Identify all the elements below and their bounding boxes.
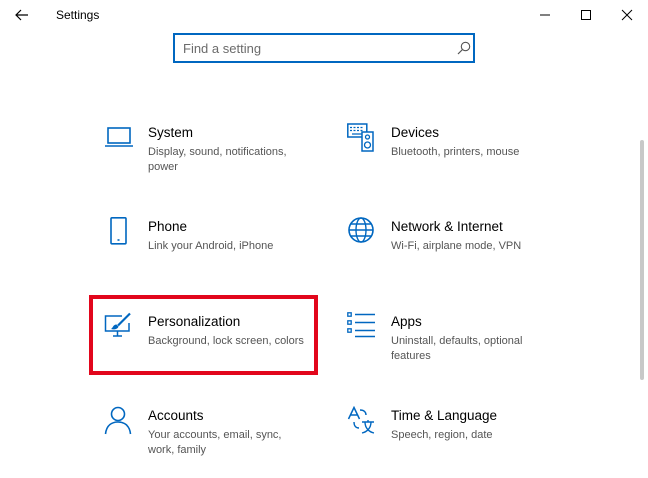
search-input[interactable]: [183, 39, 443, 57]
category-time-language[interactable]: Time & Language Speech, region, date: [347, 406, 557, 476]
category-phone[interactable]: Phone Link your Android, iPhone: [104, 217, 314, 287]
category-title: Apps: [391, 314, 422, 329]
category-description: Your accounts, email, sync, work, family: [148, 429, 282, 456]
minimize-button[interactable]: [522, 0, 568, 30]
title-bar: Settings: [0, 0, 648, 30]
apps-list-icon: [347, 312, 375, 338]
person-icon: [104, 406, 132, 435]
category-accounts[interactable]: Accounts Your accounts, email, sync, wor…: [104, 406, 314, 476]
category-description: Uninstall, defaults, optional features: [391, 335, 523, 362]
category-description: Display, sound, notifications, power: [148, 146, 287, 173]
back-arrow-icon: [15, 9, 28, 21]
minimize-icon: [540, 14, 550, 16]
category-system[interactable]: System Display, sound, notifications, po…: [104, 123, 314, 193]
search-icon[interactable]: [456, 40, 472, 56]
category-title: Accounts: [148, 408, 204, 423]
close-button[interactable]: [604, 0, 648, 30]
category-network[interactable]: Network & Internet Wi-Fi, airplane mode,…: [347, 217, 557, 287]
category-devices[interactable]: Devices Bluetooth, printers, mouse: [347, 123, 557, 193]
globe-icon: [348, 217, 374, 243]
category-description: Link your Android, iPhone: [148, 240, 274, 252]
search-box[interactable]: [173, 33, 475, 63]
category-apps[interactable]: Apps Uninstall, defaults, optional featu…: [347, 312, 557, 382]
window-title: Settings: [56, 8, 100, 22]
maximize-icon: [581, 10, 591, 20]
maximize-button[interactable]: [563, 0, 609, 30]
back-button[interactable]: [0, 0, 44, 30]
highlight-box: [89, 295, 318, 375]
category-description: Bluetooth, printers, mouse: [391, 146, 520, 158]
language-icon: [347, 406, 375, 434]
keyboard-speaker-icon: [347, 123, 374, 152]
close-icon: [621, 9, 633, 21]
category-title: Phone: [148, 219, 188, 234]
category-title: Devices: [391, 125, 440, 140]
category-description: Speech, region, date: [391, 429, 493, 441]
category-description: Wi-Fi, airplane mode, VPN: [391, 240, 522, 252]
category-title: Network & Internet: [391, 219, 503, 234]
laptop-icon: [105, 127, 133, 147]
category-title: Time & Language: [391, 408, 498, 423]
phone-icon: [110, 217, 127, 245]
category-title: System: [148, 125, 194, 140]
scrollbar[interactable]: [640, 140, 644, 380]
